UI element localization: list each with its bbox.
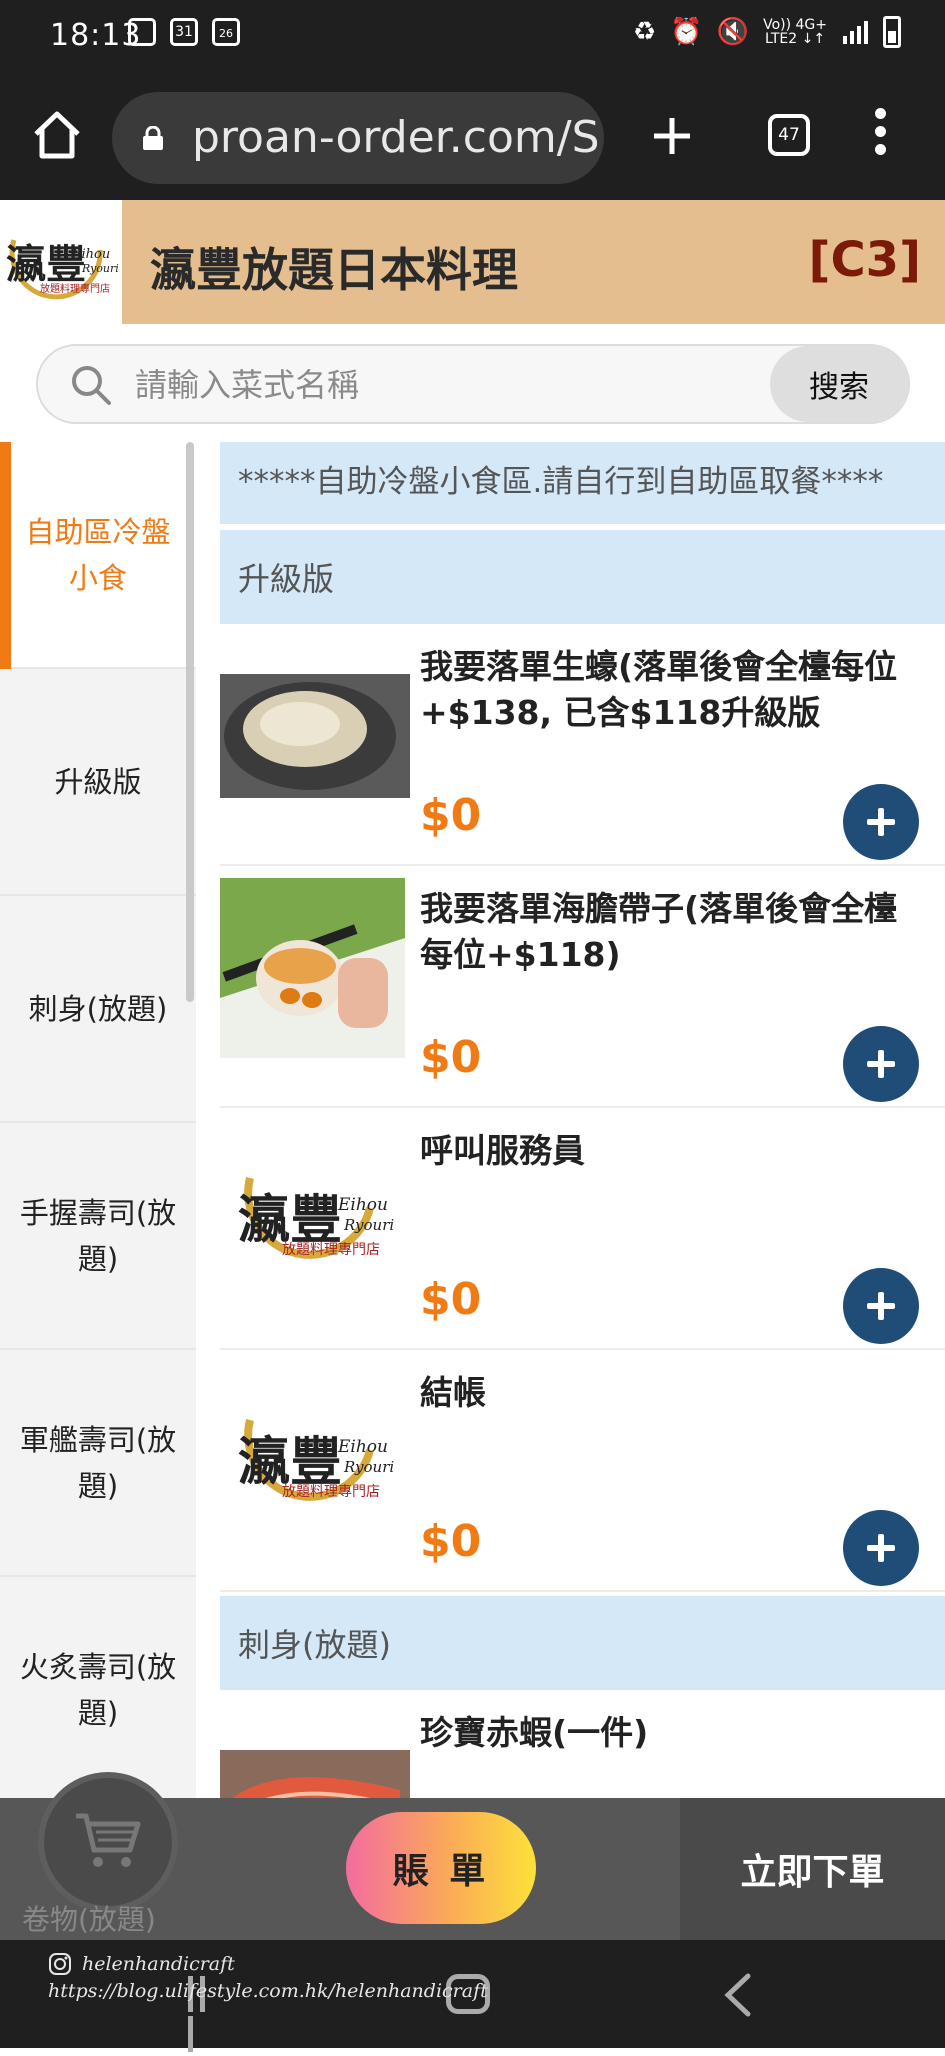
add-item-button[interactable] xyxy=(843,1510,919,1586)
back-icon[interactable] xyxy=(718,1970,758,2020)
network-label: Vo)) 4G+ LTE2 ↓↑ xyxy=(763,17,827,47)
svg-text:Ryouri: Ryouri xyxy=(81,262,119,275)
menu-item: 我要落單海膽帶子(落單後會全檯每位+$118) $0 xyxy=(220,866,945,1108)
scallop-uni-photo xyxy=(220,878,405,1058)
restaurant-logo: 瀛豐 Eihou Ryouri 放題料理專門店 xyxy=(0,200,122,324)
item-price: $0 xyxy=(420,1274,482,1325)
instagram-icon xyxy=(49,1953,71,1975)
table-code: [C3] xyxy=(808,232,922,288)
address-bar[interactable]: proan-order.com/S xyxy=(112,92,604,184)
self-service-notice: *****自助冷盤小食區.請自行到自助區取餐**** xyxy=(220,442,945,524)
restaurant-logo-thumbnail: 瀛豐 Eihou Ryouri 放題料理專門店 xyxy=(220,1380,410,1530)
svg-text:Ryouri: Ryouri xyxy=(343,1458,394,1476)
recycle-icon: ♻ xyxy=(633,17,657,47)
lock-icon xyxy=(143,126,163,150)
order-area: 立即下單 xyxy=(680,1798,945,1940)
search-input[interactable] xyxy=(133,358,773,412)
new-tab-icon[interactable] xyxy=(650,114,694,158)
menu-item: 瀛豐 Eihou Ryouri 放題料理專門店 結帳 $0 xyxy=(220,1350,945,1592)
search-bar: 搜索 xyxy=(36,344,910,424)
svg-text:放題料理專門店: 放題料理專門店 xyxy=(40,282,110,295)
item-name: 結帳 xyxy=(420,1373,486,1412)
oyster-photo xyxy=(220,674,410,798)
item-price: $0 xyxy=(420,790,482,841)
section-header-sashimi: 刺身(放題) xyxy=(220,1596,945,1690)
home-icon[interactable] xyxy=(30,108,84,162)
site-header: 瀛豐 Eihou Ryouri 放題料理專門店 瀛豐放題日本料理 [C3] xyxy=(0,200,945,324)
mute-icon: 🔇 xyxy=(716,17,750,47)
category-upgrade[interactable]: 升級版 xyxy=(0,669,196,896)
signal-icon xyxy=(843,21,868,44)
date-icon: 26 xyxy=(212,18,240,46)
sidebar-scrollbar[interactable] xyxy=(186,442,194,1002)
section-header-upgrade: 升級版 xyxy=(220,530,945,624)
restaurant-name: 瀛豐放題日本料理 xyxy=(150,243,518,297)
category-sashimi[interactable]: 刺身(放題) xyxy=(0,896,196,1123)
battery-icon xyxy=(883,16,901,48)
url-text[interactable]: proan-order.com/S xyxy=(192,112,600,163)
search-icon xyxy=(72,366,111,405)
item-price: $0 xyxy=(420,1032,482,1083)
status-icons: ♻ ⏰ 🔇 Vo)) 4G+ LTE2 ↓↑ xyxy=(633,16,901,48)
add-item-button[interactable] xyxy=(843,1026,919,1102)
item-name: 我要落單海膽帶子(落單後會全檯每位+$118) xyxy=(420,889,898,974)
cart-icon xyxy=(76,1813,141,1867)
svg-text:Ryouri: Ryouri xyxy=(343,1216,394,1234)
gallery-icon xyxy=(128,18,156,46)
menu-list: *****自助冷盤小食區.請自行到自助區取餐**** 升級版 我要落單生蠔(落單… xyxy=(220,442,945,1932)
tab-switcher-button[interactable]: 47 xyxy=(768,114,810,156)
svg-text:Eihou: Eihou xyxy=(337,1437,388,1457)
category-aburi[interactable]: 火炙壽司(放題) xyxy=(0,1577,196,1804)
category-gunkan[interactable]: 軍艦壽司(放題) xyxy=(0,1350,196,1577)
more-menu-icon[interactable] xyxy=(872,108,888,164)
browser-toolbar: proan-order.com/S 47 xyxy=(0,78,945,200)
search-button[interactable]: 搜索 xyxy=(770,346,908,422)
bill-button[interactable]: 賬 單 xyxy=(346,1812,536,1924)
item-name: 我要落單生蠔(落單後會全檯每位+$138, 已含$118升級版 xyxy=(420,647,898,732)
svg-text:放題料理專門店: 放題料理專門店 xyxy=(282,1484,380,1500)
calendar-icon: 31 xyxy=(170,18,198,46)
menu-item: 我要落單生蠔(落單後會全檯每位+$138, 已含$118升級版 $0 xyxy=(220,624,945,866)
add-item-button[interactable] xyxy=(843,784,919,860)
svg-text:放題料理專門店: 放題料理專門店 xyxy=(282,1242,380,1258)
watermark-handle: helenhandicraft xyxy=(48,1952,235,1976)
cart-button[interactable] xyxy=(44,1778,172,1906)
svg-text:Eihou: Eihou xyxy=(337,1195,388,1215)
restaurant-logo-thumbnail: 瀛豐 Eihou Ryouri 放題料理專門店 xyxy=(220,1138,410,1288)
item-price: $0 xyxy=(420,1516,482,1567)
place-order-button[interactable]: 立即下單 xyxy=(680,1798,945,1940)
menu-item: 瀛豐 Eihou Ryouri 放題料理專門店 呼叫服務員 $0 xyxy=(220,1108,945,1350)
tab-count: 47 xyxy=(778,125,800,145)
category-sidebar: 自助區冷盤小食 升級版 刺身(放題) 手握壽司(放題) 軍艦壽司(放題) 火炙壽… xyxy=(0,442,196,1932)
category-cold-snacks[interactable]: 自助區冷盤小食 xyxy=(0,442,196,669)
status-bar: 18:13 31 26 ♻ ⏰ 🔇 Vo)) 4G+ LTE2 ↓↑ xyxy=(0,0,945,78)
watermark-url: https://blog.ulifestyle.com.hk/helenhand… xyxy=(48,1980,488,2002)
item-name: 珍寶赤蝦(一件) xyxy=(420,1713,649,1752)
svg-text:Eihou: Eihou xyxy=(71,247,110,262)
category-rolls-peek[interactable]: 卷物(放題) xyxy=(22,1898,156,1938)
add-item-button[interactable] xyxy=(843,1268,919,1344)
category-nigiri[interactable]: 手握壽司(放題) xyxy=(0,1123,196,1350)
alarm-icon: ⏰ xyxy=(670,17,703,47)
item-name: 呼叫服務員 xyxy=(420,1131,585,1170)
